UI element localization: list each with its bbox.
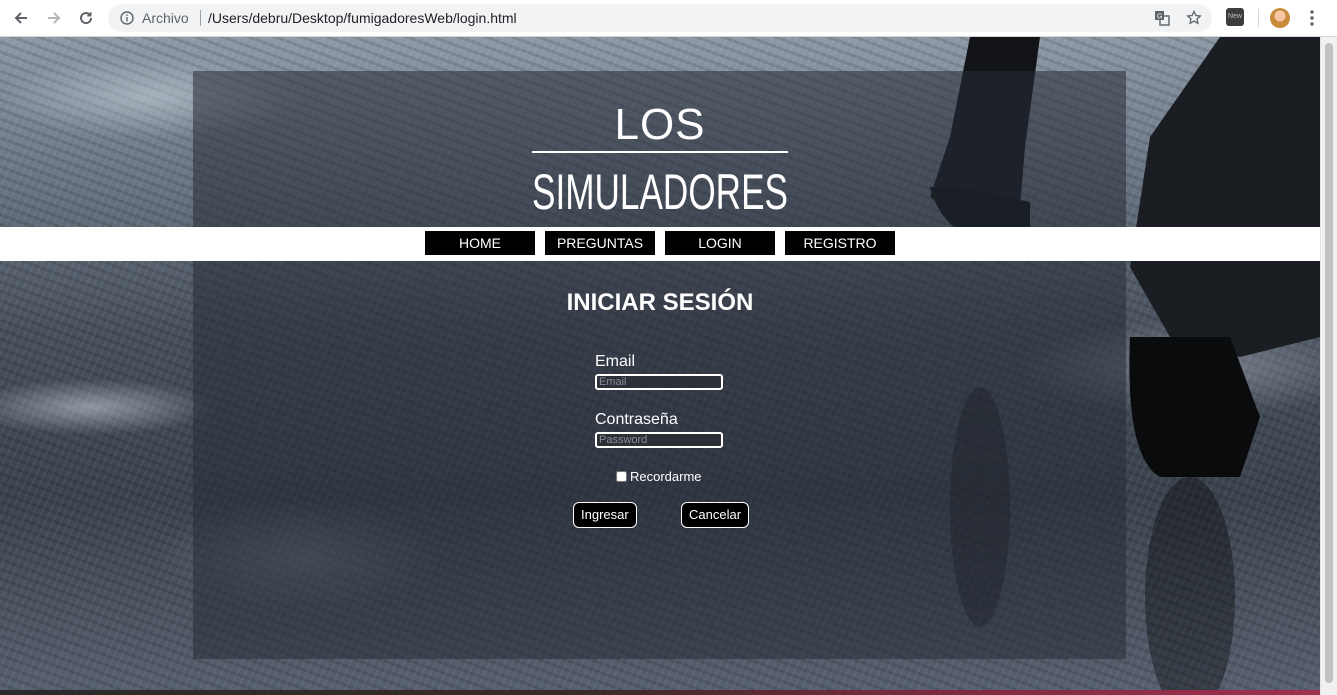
email-label: Email xyxy=(595,353,636,370)
page-viewport: LOS SIMULADORES HOME PREGUNTAS LOGIN REG… xyxy=(0,37,1320,695)
arrow-right-icon xyxy=(48,12,61,24)
password-label: Contraseña xyxy=(595,411,678,428)
vertical-scrollbar[interactable] xyxy=(1320,37,1337,695)
nav-login[interactable]: LOGIN xyxy=(665,231,775,255)
extension-icon[interactable]: New xyxy=(1226,8,1244,26)
remember-label: Recordarme xyxy=(630,469,702,484)
reload-button[interactable] xyxy=(74,6,98,30)
email-field[interactable] xyxy=(595,374,723,390)
cancel-button[interactable]: Cancelar xyxy=(681,502,750,528)
scrollbar-thumb[interactable] xyxy=(1325,43,1333,683)
nav-preguntas[interactable]: PREGUNTAS xyxy=(545,231,655,255)
forward-button[interactable] xyxy=(42,6,66,30)
password-field[interactable] xyxy=(595,432,723,448)
profile-avatar[interactable] xyxy=(1270,8,1290,28)
arrow-left-icon xyxy=(14,12,27,24)
back-button[interactable] xyxy=(9,6,33,30)
page-title: INICIAR SESIÓN xyxy=(566,289,754,316)
remember-me[interactable]: Recordarme xyxy=(616,469,702,484)
logo-line-simuladores: SIMULADORES xyxy=(532,164,788,217)
star-icon[interactable] xyxy=(1186,10,1202,26)
login-button[interactable]: Ingresar xyxy=(573,502,637,528)
address-bar[interactable]: Archivo /Users/debru/Desktop/fumigadores… xyxy=(108,4,1212,32)
scheme-label: Archivo xyxy=(142,10,189,26)
nav-registro[interactable]: REGISTRO xyxy=(785,231,895,255)
logo-line-los: LOS xyxy=(614,100,705,149)
address-separator xyxy=(200,10,201,26)
url-text[interactable]: /Users/debru/Desktop/fumigadoresWeb/logi… xyxy=(208,10,517,26)
reload-icon xyxy=(80,12,93,25)
more-menu-icon[interactable] xyxy=(1306,8,1318,28)
info-icon[interactable] xyxy=(120,11,134,25)
toolbar-divider xyxy=(1258,9,1259,27)
svg-text:G: G xyxy=(1157,14,1162,21)
translate-icon[interactable]: G xyxy=(1154,10,1170,26)
desktop-strip xyxy=(0,690,1320,695)
logo: LOS SIMULADORES xyxy=(532,100,788,217)
browser-toolbar: Archivo /Users/debru/Desktop/fumigadores… xyxy=(0,0,1337,37)
nav-home[interactable]: HOME xyxy=(425,231,535,255)
remember-checkbox[interactable] xyxy=(616,471,627,482)
main-navigation: HOME PREGUNTAS LOGIN REGISTRO xyxy=(0,227,1320,261)
